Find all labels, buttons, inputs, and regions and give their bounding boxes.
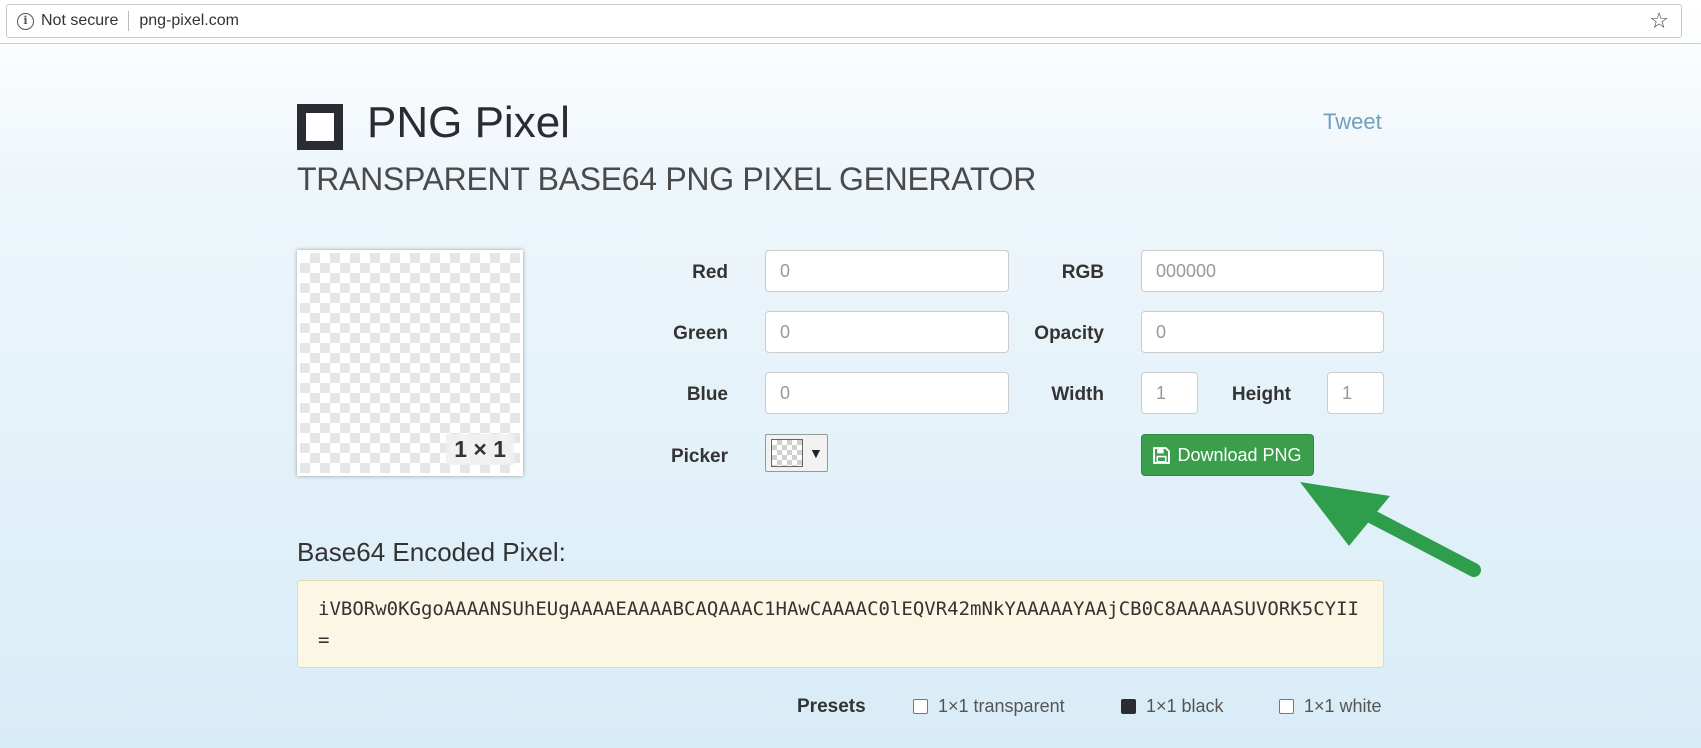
base64-heading: Base64 Encoded Pixel:: [297, 537, 566, 567]
security-label: Not secure: [41, 12, 119, 29]
annotation-arrow-icon: [1300, 482, 1481, 577]
height-label: Height: [1231, 384, 1291, 405]
bookmark-star-icon[interactable]: ☆: [1649, 9, 1669, 33]
width-label: Width: [1051, 384, 1104, 405]
preset-white-checkbox[interactable]: [1279, 699, 1294, 714]
page-title: PNG Pixel: [367, 98, 570, 147]
red-input[interactable]: [765, 250, 1009, 292]
color-swatch: [771, 439, 803, 467]
preview-size-label: 1 × 1: [446, 434, 514, 465]
tweet-link[interactable]: Tweet: [1323, 109, 1382, 135]
rgb-label: RGB: [1061, 262, 1104, 283]
dropdown-caret-icon: ▼: [809, 445, 823, 461]
floppy-save-icon: [1153, 446, 1171, 464]
url-text[interactable]: png-pixel.com: [139, 12, 239, 30]
toolbar-divider: [0, 43, 1701, 44]
blue-input[interactable]: [765, 372, 1009, 414]
preset-black[interactable]: 1×1 black: [1121, 696, 1224, 717]
pixel-preview: 1 × 1: [297, 250, 523, 476]
download-png-button[interactable]: Download PNG: [1141, 434, 1314, 476]
download-button-label: Download PNG: [1177, 444, 1302, 465]
height-input[interactable]: [1327, 372, 1384, 414]
blue-label: Blue: [686, 384, 728, 405]
logo-square-icon: [297, 104, 343, 150]
width-input[interactable]: [1141, 372, 1198, 414]
preset-black-label: 1×1 black: [1146, 696, 1224, 716]
red-label: Red: [692, 262, 728, 283]
presets-label: Presets: [797, 696, 866, 717]
base64-output[interactable]: iVBORw0KGgoAAAANSUhEUgAAAAEAAAABCAQAAAC1…: [297, 580, 1384, 668]
rgb-input[interactable]: [1141, 250, 1384, 292]
preset-transparent-label: 1×1 transparent: [938, 696, 1065, 716]
info-icon[interactable]: i: [17, 12, 34, 30]
preset-black-checkbox[interactable]: [1121, 699, 1136, 714]
opacity-label: Opacity: [1034, 323, 1104, 344]
preset-white[interactable]: 1×1 white: [1279, 696, 1382, 717]
address-separator: [128, 11, 130, 31]
address-bar[interactable]: i Not secure png-pixel.com ☆: [6, 4, 1682, 38]
color-picker[interactable]: ▼: [765, 434, 828, 472]
picker-label: Picker: [670, 446, 728, 467]
preset-transparent-checkbox[interactable]: [913, 699, 928, 714]
preset-transparent[interactable]: 1×1 transparent: [913, 696, 1065, 717]
page-subtitle: TRANSPARENT BASE64 PNG PIXEL GENERATOR: [297, 161, 1037, 197]
preset-white-label: 1×1 white: [1304, 696, 1382, 716]
opacity-input[interactable]: [1141, 311, 1384, 353]
green-label: Green: [673, 323, 728, 344]
green-input[interactable]: [765, 311, 1009, 353]
